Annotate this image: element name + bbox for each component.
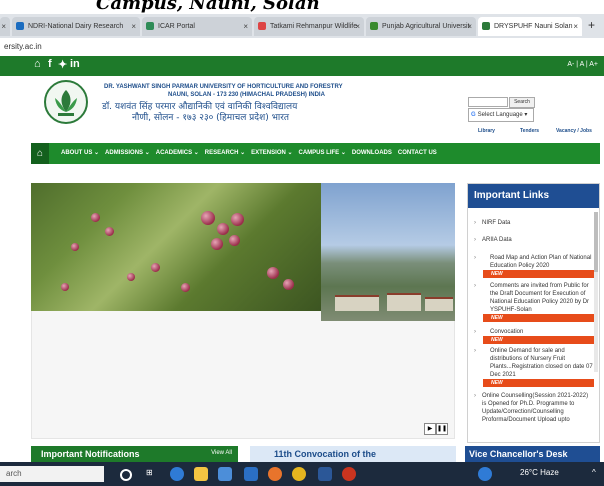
tab-yspuhf[interactable]: DRYSPUHF Nauni Solan × xyxy=(478,17,582,36)
font-size-controls[interactable]: A- | A | A+ xyxy=(567,61,598,68)
close-icon[interactable]: × xyxy=(355,17,360,36)
important-links-panel: Important Links NIRF Data ARIIA Data Roa… xyxy=(467,183,600,443)
firefox-icon[interactable] xyxy=(268,467,282,481)
close-icon[interactable]: × xyxy=(243,17,248,36)
heading-text: Campus, Nauni, Solan xyxy=(96,0,320,14)
close-icon[interactable]: × xyxy=(573,17,578,36)
tab-wildlife[interactable]: Tatkami Rehmanpur Wildlife × xyxy=(254,17,364,36)
search-button[interactable]: Search xyxy=(509,97,535,108)
apple-orchard-photo xyxy=(31,183,321,311)
new-badge: NEW xyxy=(483,336,594,344)
nav-campus-life[interactable]: CAMPUS LIFE ⌄ xyxy=(299,143,352,164)
icar-icon xyxy=(146,22,154,30)
mail-icon[interactable] xyxy=(244,467,258,481)
file-explorer-icon[interactable] xyxy=(194,467,208,481)
scrollbar-thumb[interactable] xyxy=(594,212,598,272)
windows-taskbar: arch ⊞ 26°C Haze ^ xyxy=(0,462,604,486)
task-view-icon[interactable]: ⊞ xyxy=(146,468,153,477)
edge-icon[interactable] xyxy=(170,467,184,481)
url-text: ersity.ac.in xyxy=(4,42,42,51)
tab-label: DRYSPUHF Nauni Solan xyxy=(494,23,573,30)
nav-extension[interactable]: EXTENSION ⌄ xyxy=(251,143,298,164)
link-nursery-demand[interactable]: Online Demand for sale and distributions… xyxy=(474,347,594,387)
convocation-title: 11th Convocation of the xyxy=(274,449,377,459)
links-scrollbar[interactable] xyxy=(594,212,598,372)
nav-about-us[interactable]: ABOUT US ⌄ xyxy=(61,143,105,164)
vacancy-jobs-link[interactable]: Vacancy / Jobs xyxy=(556,128,592,134)
tab-icar[interactable]: ICAR Portal × xyxy=(142,17,252,36)
google-icon: G xyxy=(471,112,476,118)
pau-icon xyxy=(370,22,378,30)
university-logo[interactable] xyxy=(44,80,88,124)
page-heading: Campus, Nauni, Solan xyxy=(0,0,604,14)
leaf-emblem-icon xyxy=(55,90,77,116)
university-address-en: NAUNI, SOLAN - 173 230 (HIMACHAL PRADESH… xyxy=(168,92,325,98)
university-address-hi: नौणी, सोलन - १७३ २३० (हिमाचल प्रदेश) भार… xyxy=(132,113,290,123)
tab-label: Punjab Agricultural Universit xyxy=(382,23,470,30)
browser-tab-bar: × NDRI-National Dairy Research × ICAR Po… xyxy=(0,14,604,39)
tab-label: NDRI-National Dairy Research xyxy=(28,23,124,30)
nav-academics[interactable]: ACADEMICS ⌄ xyxy=(156,143,205,164)
link-convocation[interactable]: ConvocationNEW xyxy=(474,328,594,344)
nav-research[interactable]: RESEARCH ⌄ xyxy=(205,143,251,164)
link-ariia-data[interactable]: ARIIA Data xyxy=(474,236,594,244)
ndri-icon xyxy=(16,22,24,30)
app-icon[interactable] xyxy=(342,467,356,481)
close-icon[interactable]: × xyxy=(1,17,6,36)
link-nirf-data[interactable]: NIRF Data xyxy=(474,219,594,227)
new-tab-icon[interactable]: + xyxy=(588,18,595,32)
tab-ndri[interactable]: NDRI-National Dairy Research × xyxy=(12,17,140,36)
play-icon[interactable]: ▶ xyxy=(424,423,436,435)
nav-contact-us[interactable]: CONTACT US xyxy=(398,143,443,164)
nav-admissions[interactable]: ADMISSIONS ⌄ xyxy=(105,143,156,164)
link-online-counselling[interactable]: Online Counselling(Session 2021-2022) is… xyxy=(474,392,594,424)
linkedin-icon[interactable]: in xyxy=(70,58,80,70)
home-icon[interactable]: ⌂ xyxy=(31,143,49,164)
language-label: Select Language xyxy=(477,112,523,118)
tenders-link[interactable]: Tenders xyxy=(520,128,539,134)
social-strip: ⌂ f ✦ in A- | A | A+ xyxy=(0,56,604,76)
close-icon[interactable]: × xyxy=(467,17,472,36)
pause-icon[interactable]: ❚❚ xyxy=(436,423,448,435)
facebook-icon[interactable]: f xyxy=(48,58,52,70)
vc-desk-title: Vice Chancellor's Desk xyxy=(469,449,568,459)
taskbar-search[interactable]: arch xyxy=(0,466,104,482)
link-nep-road-map[interactable]: Road Map and Action Plan of National Edu… xyxy=(474,254,594,278)
tab-close-previous[interactable]: × xyxy=(0,17,10,36)
link-nep-draft-comments[interactable]: Comments are invited from Public for the… xyxy=(474,282,594,322)
new-badge: NEW xyxy=(483,270,594,278)
word-icon[interactable] xyxy=(318,467,332,481)
university-icon xyxy=(482,22,490,30)
library-link[interactable]: Library xyxy=(478,128,495,134)
location-pin-icon xyxy=(258,22,266,30)
store-icon[interactable] xyxy=(218,467,232,481)
new-badge: NEW xyxy=(483,314,594,322)
university-name-en: DR. YASHWANT SINGH PARMAR UNIVERSITY OF … xyxy=(104,84,343,90)
nav-downloads[interactable]: DOWNLOADS xyxy=(352,143,398,164)
campus-mountain-photo xyxy=(321,183,455,321)
tab-label: Tatkami Rehmanpur Wildlife xyxy=(270,23,358,30)
address-bar[interactable]: ersity.ac.in xyxy=(0,38,604,57)
home-icon[interactable]: ⌂ xyxy=(34,58,41,70)
view-all-link[interactable]: View All xyxy=(211,450,232,456)
language-select[interactable]: G Select Language ▾ xyxy=(468,108,534,122)
search-input[interactable] xyxy=(468,97,508,107)
chevron-up-icon[interactable]: ^ xyxy=(592,468,596,477)
weather-text[interactable]: 26°C Haze xyxy=(520,468,559,477)
twitter-icon[interactable]: ✦ xyxy=(58,58,67,71)
close-icon[interactable]: × xyxy=(131,17,136,36)
important-links-title: Important Links xyxy=(468,184,599,208)
new-badge: NEW xyxy=(483,379,594,387)
notifications-title: Important Notifications xyxy=(41,449,140,459)
chrome-icon[interactable] xyxy=(292,467,306,481)
main-nav: ⌂ ABOUT US ⌄ ADMISSIONS ⌄ ACADEMICS ⌄ RE… xyxy=(31,143,600,164)
cortana-icon[interactable] xyxy=(120,469,132,481)
weather-icon xyxy=(478,467,492,481)
tab-label: ICAR Portal xyxy=(158,23,195,30)
tab-pau[interactable]: Punjab Agricultural Universit × xyxy=(366,17,476,36)
